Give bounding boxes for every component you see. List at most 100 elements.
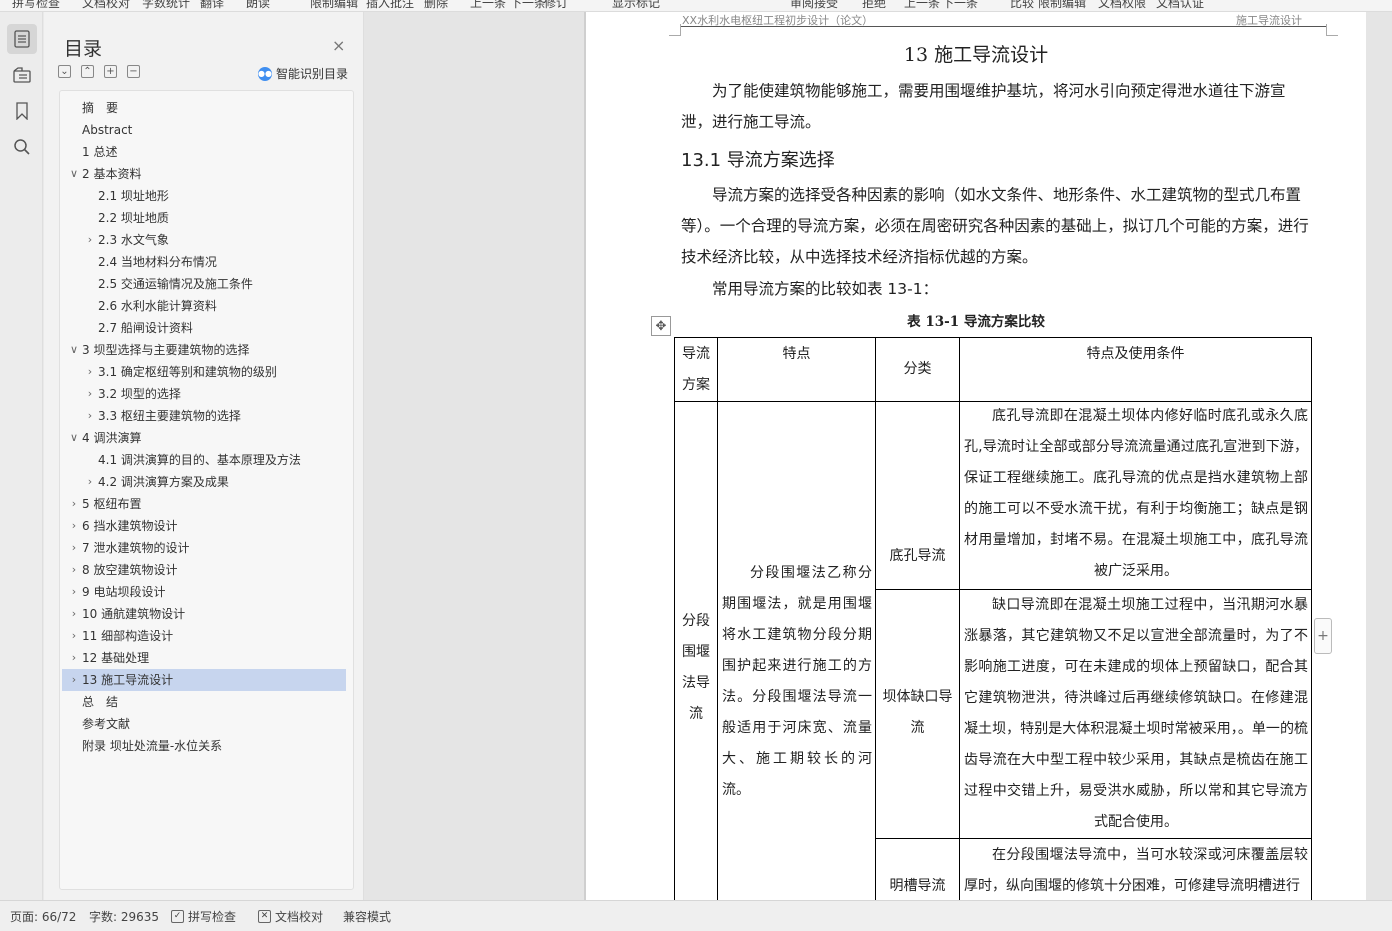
toc-item[interactable]: › 11 细部构造设计 [62,625,346,647]
table-border [674,337,675,900]
chevron-right-icon[interactable]: › [68,493,80,515]
toc-item-label: 4.2 调洪演算方案及成果 [98,475,229,489]
document-page[interactable]: XX水利水电枢纽工程初步设计（论文） 施工导流设计 13 施工导流设计 为了能使… [586,12,1366,900]
toc-item[interactable]: › 2.3 水文气象 [62,229,346,251]
toolbar-item[interactable]: 修订 [544,0,568,11]
toc-item[interactable]: 2.5 交通运输情况及施工条件 [62,273,346,295]
table-cell-type: 明槽导流 [889,878,946,894]
chevron-down-icon[interactable]: ∨ [68,163,80,185]
toolbar-item[interactable]: 接受 [814,0,838,11]
toc-item[interactable]: › 7 泄水建筑物的设计 [62,537,346,559]
toc-item[interactable]: ∨ 4 调洪演算 [62,427,346,449]
chapter-title: 13 施工导流设计 [903,44,1049,66]
chevron-right-icon[interactable]: › [68,669,80,691]
close-icon[interactable]: × [332,36,345,55]
table-border [875,838,1312,839]
toolbar-item[interactable]: 字数统计 [142,0,190,11]
toolbar-item[interactable]: 插入批注 [366,0,414,11]
toolbar-item[interactable]: 文档校对 [82,0,130,11]
chevron-right-icon[interactable]: › [68,625,80,647]
chevron-right-icon[interactable]: › [84,405,96,427]
bookmark-icon[interactable] [7,96,37,126]
section-paragraph: 导流方案的选择受各种因素的影响（如水文条件、地形条件、水工建筑物的型式几布置等）… [681,186,1309,266]
chevron-right-icon[interactable]: › [84,361,96,383]
chevron-down-icon[interactable]: ∨ [68,427,80,449]
collapse-all-icon[interactable]: ⌄ [58,65,71,78]
add-heading-icon[interactable]: + [104,65,117,78]
toc-item[interactable]: 1 总述 [62,141,346,163]
proofread-icon: ✕ [258,910,271,923]
toc-item[interactable]: › 5 枢纽布置 [62,493,346,515]
chevron-right-icon[interactable]: › [84,383,96,405]
expand-up-icon[interactable]: ⌃ [81,65,94,78]
toolbar-item[interactable]: 拒绝 [862,0,886,11]
toc-item[interactable]: 附录 坝址处流量-水位关系 [62,735,346,757]
margin-corner [669,24,681,36]
toolbar-item[interactable]: 上一条 [470,0,506,11]
toc-item[interactable]: › 10 通航建筑物设计 [62,603,346,625]
toc-item-label: 2.6 水利水能计算资料 [98,299,217,313]
chevron-down-icon[interactable]: ∨ [68,339,80,361]
toolbar-item[interactable]: 限制编辑 [1038,0,1086,11]
toc-item[interactable]: 总 结 [62,691,346,713]
navigation-icon[interactable] [7,60,37,90]
chevron-right-icon[interactable]: › [68,559,80,581]
toc-item[interactable]: › 9 电站坝段设计 [62,581,346,603]
toc-item[interactable]: › 3.3 枢纽主要建筑物的选择 [62,405,346,427]
toc-item[interactable]: 参考文献 [62,713,346,735]
toc-item[interactable]: › 3.2 坝型的选择 [62,383,346,405]
toc-item[interactable]: 4.1 调洪演算的目的、基本原理及方法 [62,449,346,471]
toolbar-item[interactable]: 删除 [424,0,448,11]
chevron-right-icon[interactable]: › [68,603,80,625]
toolbar-item[interactable]: 限制编辑 [310,0,358,11]
table-move-handle[interactable]: ✥ [651,316,671,336]
chevron-right-icon[interactable]: › [68,537,80,559]
toc-icon[interactable] [7,24,37,54]
remove-heading-icon[interactable]: − [127,65,140,78]
toolbar-item[interactable]: 审阅 [790,0,814,11]
section-title: 13.1 导流方案选择 [681,150,835,171]
toc-item[interactable]: 2.2 坝址地质 [62,207,346,229]
page-count[interactable]: 页面: 66/72 [10,908,76,925]
toolbar-item[interactable]: 下一条 [510,0,546,11]
toc-item[interactable]: Abstract [62,119,346,141]
toc-item-label: 3 坝型选择与主要建筑物的选择 [82,343,250,357]
chevron-right-icon[interactable]: › [68,647,80,669]
toc-item[interactable]: 2.1 坝址地形 [62,185,346,207]
smart-toc-button[interactable]: ●● 智能识别目录 [258,65,348,82]
word-count[interactable]: 字数: 29635 [89,908,159,925]
toolbar-item[interactable]: 显示标记 [612,0,660,11]
toolbar-item[interactable]: 比较 [1010,0,1034,11]
toc-item[interactable]: 2.7 船闸设计资料 [62,317,346,339]
search-icon[interactable] [7,132,37,162]
spell-check-button[interactable]: ✓ 拼写检查 [171,908,236,925]
toolbar-item[interactable]: 文档认证 [1156,0,1204,11]
toolbar-item[interactable]: 朗读 [246,0,270,11]
toc-item[interactable]: ∨ 2 基本资料 [62,163,346,185]
chevron-right-icon[interactable]: › [84,471,96,493]
toc-item[interactable]: › 3.1 确定枢纽等别和建筑物的级别 [62,361,346,383]
toolbar-item[interactable]: 拼写检查 [12,0,60,11]
toolbar-item[interactable]: 上一条 [904,0,940,11]
toc-item[interactable]: ∨ 3 坝型选择与主要建筑物的选择 [62,339,346,361]
toolbar-item[interactable]: 文档权限 [1098,0,1146,11]
chevron-right-icon[interactable]: › [84,229,96,251]
margin-corner [1326,24,1338,36]
table-border [875,337,876,900]
chevron-right-icon[interactable]: › [68,515,80,537]
toc-item[interactable]: 2.6 水利水能计算资料 [62,295,346,317]
toc-item[interactable]: › 12 基础处理 [62,647,346,669]
add-side-button[interactable]: + [1314,618,1332,654]
toc-item[interactable]: 摘 要 [62,97,346,119]
toc-item-label: 2.5 交通运输情况及施工条件 [98,277,253,291]
proofread-button[interactable]: ✕ 文档校对 [258,908,323,925]
toc-item[interactable]: › 6 挡水建筑物设计 [62,515,346,537]
toolbar-item[interactable]: 翻译 [200,0,224,11]
toc-item[interactable]: 2.4 当地材料分布情况 [62,251,346,273]
chevron-right-icon[interactable]: › [68,581,80,603]
toc-item[interactable]: › 8 放空建筑物设计 [62,559,346,581]
toc-item[interactable]: › 4.2 调洪演算方案及成果 [62,471,346,493]
toc-item-label: 10 通航建筑物设计 [82,607,186,621]
toolbar-item[interactable]: 下一条 [942,0,978,11]
toc-item[interactable]: › 13 施工导流设计 [62,669,346,691]
